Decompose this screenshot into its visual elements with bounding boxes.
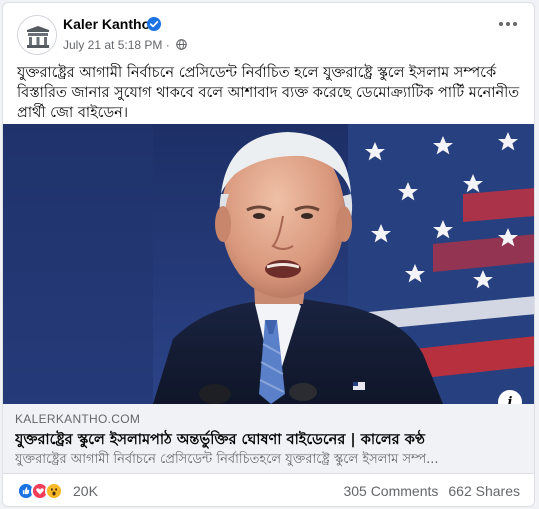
post-meta: July 21 at 5:18 PM · [63, 38, 187, 52]
meta-separator: · [162, 38, 174, 52]
link-description: যুক্তরাষ্ট্রের আগামী নির্বাচনে প্রেসিডেন… [15, 452, 439, 467]
biden-photo [3, 124, 534, 404]
page-logo [18, 16, 56, 54]
post-text: যুক্তরাষ্ট্রের আগামী নির্বাচনে প্রেসিডেন… [17, 65, 520, 121]
globe-icon[interactable] [176, 39, 187, 50]
link-domain: KALERKANTHO.COM [15, 412, 141, 426]
engagement-counts: 305 Comments 662 Shares [343, 483, 520, 499]
reaction-count[interactable]: 20K [73, 483, 98, 499]
post-card: Kaler Kantho July 21 at 5:18 PM · যুক্তর… [2, 2, 535, 507]
engagement-bar: 20K 305 Comments 662 Shares [3, 477, 534, 506]
verified-badge-icon [147, 17, 161, 31]
post-timestamp[interactable]: July 21 at 5:18 PM [63, 38, 162, 52]
comments-count[interactable]: 305 Comments [343, 483, 438, 499]
page-name-link[interactable]: Kaler Kantho [63, 16, 150, 32]
link-preview[interactable]: KALERKANTHO.COM যুক্তরাষ্ট্রের স্কুলে ইস… [3, 404, 534, 474]
page-avatar[interactable] [17, 15, 57, 55]
wow-reaction-icon [45, 482, 63, 500]
more-options-button[interactable] [492, 11, 524, 37]
post-image[interactable]: i [3, 124, 534, 404]
shares-count[interactable]: 662 Shares [448, 483, 520, 499]
more-options-icon [499, 22, 503, 26]
post-header: Kaler Kantho July 21 at 5:18 PM · [3, 3, 534, 61]
